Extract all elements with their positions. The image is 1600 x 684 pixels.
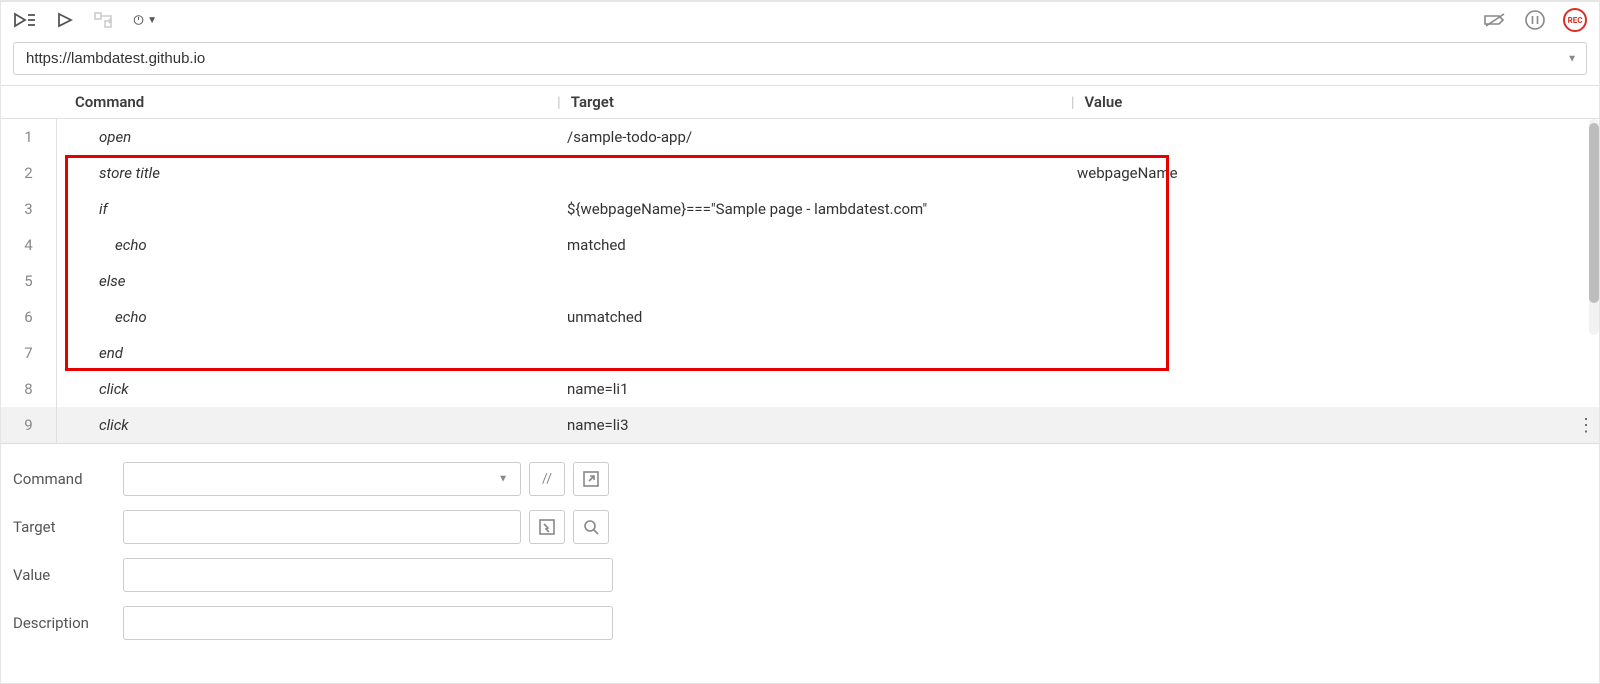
table-row[interactable]: 8click name=li1 <box>1 371 1599 407</box>
column-resizer[interactable]: | <box>557 93 571 111</box>
scrollbar[interactable] <box>1589 119 1599 335</box>
row-number: 5 <box>1 263 57 299</box>
url-bar-row: ▼ <box>1 42 1599 85</box>
find-target-button[interactable] <box>573 510 609 544</box>
editor-label-command: Command <box>13 470 123 488</box>
table-row[interactable]: 3if ${webpageName}==="Sample page - lamb… <box>1 191 1599 227</box>
table-row[interactable]: 1open /sample-todo-app/ <box>1 119 1599 155</box>
row-number: 4 <box>1 227 57 263</box>
cell-command: open <box>57 128 557 146</box>
cell-command: if <box>57 200 557 218</box>
table-row[interactable]: 6echo unmatched <box>1 299 1599 335</box>
value-input[interactable] <box>123 558 613 592</box>
command-grid: 1open /sample-todo-app/ 2store title web… <box>1 119 1599 443</box>
header-value: Value <box>1085 93 1599 111</box>
run-all-icon[interactable] <box>13 8 37 32</box>
disable-breakpoints-icon[interactable] <box>1483 8 1507 32</box>
cell-target: matched <box>567 236 1067 254</box>
toolbar: ▼ REC <box>1 2 1599 42</box>
cell-command: end <box>57 344 557 362</box>
table-row[interactable]: 7end <box>1 335 1599 371</box>
chevron-down-icon: ▼ <box>147 15 157 26</box>
grid-header: Command | Target | Value <box>1 85 1599 119</box>
row-number: 8 <box>1 371 57 407</box>
cell-target: unmatched <box>567 308 1067 326</box>
command-select[interactable]: ▼ <box>123 462 521 496</box>
cell-command: else <box>57 272 557 290</box>
cell-value: webpageName <box>1077 164 1599 182</box>
table-row[interactable]: 4echo matched <box>1 227 1599 263</box>
run-icon[interactable] <box>53 8 77 32</box>
row-number: 2 <box>1 155 57 191</box>
row-number: 3 <box>1 191 57 227</box>
editor-label-value: Value <box>13 566 123 584</box>
step-icon[interactable] <box>93 8 117 32</box>
header-command: Command <box>57 93 557 111</box>
cell-target: name=li3 <box>567 416 1067 434</box>
row-number: 7 <box>1 335 57 371</box>
row-menu-icon[interactable]: ⋮ <box>1577 415 1599 436</box>
editor-label-target: Target <box>13 518 123 536</box>
cell-command: click <box>57 416 557 434</box>
pause-icon[interactable] <box>1523 8 1547 32</box>
row-number: 9 <box>1 407 57 443</box>
chevron-down-icon: ▼ <box>498 474 508 485</box>
cell-command: echo <box>57 308 557 326</box>
cell-target: ${webpageName}==="Sample page - lambdate… <box>567 200 1067 218</box>
row-number: 1 <box>1 119 57 155</box>
base-url-input[interactable] <box>13 42 1587 75</box>
table-row[interactable]: 5else <box>1 263 1599 299</box>
chevron-down-icon[interactable]: ▼ <box>1567 53 1577 64</box>
cell-target: name=li1 <box>567 380 1067 398</box>
open-reference-button[interactable] <box>573 462 609 496</box>
speed-icon[interactable]: ▼ <box>133 8 157 32</box>
target-input[interactable] <box>123 510 521 544</box>
select-target-button[interactable] <box>529 510 565 544</box>
record-button[interactable]: REC <box>1563 8 1587 32</box>
cell-command: store title <box>57 164 557 182</box>
editor-label-description: Description <box>13 614 123 632</box>
cell-command: echo <box>57 236 557 254</box>
cell-command: click <box>57 380 557 398</box>
editor-panel: Command ▼ // Target <box>1 443 1599 662</box>
row-number: 6 <box>1 299 57 335</box>
table-row[interactable]: 2store title webpageName <box>1 155 1599 191</box>
header-target: Target <box>571 93 1071 111</box>
description-input[interactable] <box>123 606 613 640</box>
column-resizer[interactable]: | <box>1071 93 1085 111</box>
table-row[interactable]: 9click name=li3 ⋮ <box>1 407 1599 443</box>
cell-target: /sample-todo-app/ <box>567 128 1067 146</box>
toggle-comment-button[interactable]: // <box>529 462 565 496</box>
